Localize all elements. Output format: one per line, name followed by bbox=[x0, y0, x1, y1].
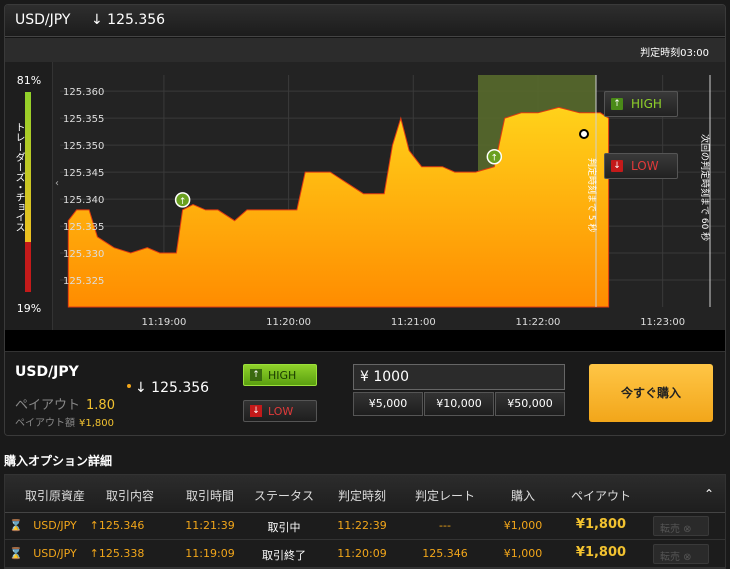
quick-amount-5000[interactable]: ¥5,000 bbox=[353, 392, 423, 416]
chart-footer-bar bbox=[5, 330, 725, 351]
resell-button[interactable]: 転売 ⊗ bbox=[653, 544, 709, 564]
row-time: 11:19:09 bbox=[185, 547, 235, 560]
order-panel: USD/JPY ↓ 125.356 ペイアウト 1.80 ペイアウト額 ¥1,800… bbox=[5, 351, 725, 435]
payout-value: 1.80 bbox=[86, 398, 115, 413]
low-option-button[interactable]: ↓ LOW bbox=[243, 400, 317, 422]
row-content: ↑125.346 bbox=[89, 519, 145, 532]
svg-text:↑: ↑ bbox=[491, 154, 499, 164]
current-price-dot bbox=[579, 129, 589, 139]
th-content: 取引内容 bbox=[105, 489, 154, 503]
arrow-down-icon: ↓ bbox=[250, 405, 262, 417]
th-time: 取引時間 bbox=[185, 489, 234, 503]
quick-amount-10000[interactable]: ¥10,000 bbox=[424, 392, 494, 416]
y-tick-label: 125.350 bbox=[63, 141, 104, 152]
payout-amount: ペイアウト額 ¥1,800 bbox=[15, 418, 114, 429]
trading-panel: USD/JPY ↓ 125.356 判定時刻03:00 81% 19% トレーダ… bbox=[4, 4, 726, 436]
th-payout: ペイアウト bbox=[570, 489, 631, 503]
row-asset: USD/JPY bbox=[33, 547, 77, 560]
buy-now-button[interactable]: 今すぐ購入 bbox=[589, 364, 713, 422]
header-rate: ↓ 125.356 bbox=[91, 12, 166, 28]
high-option-label: HIGH bbox=[268, 369, 297, 382]
row-buy: ¥1,000 bbox=[503, 519, 543, 532]
svg-text:↑: ↑ bbox=[179, 197, 187, 207]
chart-low-label: LOW bbox=[631, 159, 659, 173]
row-payout: ¥1,800 bbox=[575, 545, 627, 560]
collapse-icon[interactable]: ⌃ bbox=[701, 487, 717, 501]
order-pair: USD/JPY bbox=[15, 364, 79, 380]
y-tick-label: 125.325 bbox=[63, 276, 104, 287]
x-tick-label: 11:20:00 bbox=[266, 317, 311, 328]
x-tick-label: 11:23:00 bbox=[640, 317, 685, 328]
asset-header: USD/JPY ↓ 125.356 bbox=[5, 5, 725, 37]
x-tick-label: 11:22:00 bbox=[516, 317, 561, 328]
amount-input[interactable]: ¥ 1000 bbox=[353, 364, 565, 390]
y-tick-label: 125.340 bbox=[63, 195, 104, 206]
row-rate: 125.346 bbox=[422, 547, 468, 560]
judge-countdown: 判定時刻まで 5 秒 bbox=[586, 158, 598, 232]
row-payout: ¥1,800 bbox=[575, 517, 627, 532]
chart-area: 判定時刻03:00 81% 19% トレーダーズ・チョイス ‹ 125.360 1… bbox=[5, 38, 725, 330]
details-title: 購入オプション詳細 bbox=[4, 454, 113, 468]
th-asset: 取引原資産 bbox=[24, 489, 85, 503]
row-status: 取引終了 bbox=[262, 549, 306, 562]
row-rate: --- bbox=[439, 519, 451, 532]
y-tick-label: 125.355 bbox=[63, 114, 104, 125]
table-header: 取引原資産 取引内容 取引時間 ステータス 判定時刻 判定レート 購入 ペイアウ… bbox=[5, 475, 725, 513]
th-buy: 購入 bbox=[510, 489, 535, 503]
row-buy: ¥1,000 bbox=[503, 547, 543, 560]
price-area bbox=[67, 106, 610, 308]
row-status: 取引中 bbox=[267, 521, 301, 534]
hourglass-icon: ⌛ bbox=[9, 519, 23, 532]
th-rate: 判定レート bbox=[414, 489, 475, 503]
quick-amount-50000[interactable]: ¥50,000 bbox=[495, 392, 565, 416]
y-tick-label: 125.360 bbox=[63, 87, 104, 98]
low-option-label: LOW bbox=[268, 405, 294, 418]
arrow-up-icon: ↑ bbox=[250, 369, 262, 381]
x-tick-label: 11:19:00 bbox=[141, 317, 186, 328]
chart-low-button[interactable]: ↓ LOW bbox=[604, 153, 678, 179]
entry-marker: ↑ bbox=[486, 148, 503, 165]
next-judge-countdown: 次回の判定時刻まで 60 秒 bbox=[699, 134, 711, 241]
th-judge: 判定時刻 bbox=[337, 489, 386, 503]
th-status: ステータス bbox=[253, 489, 314, 503]
row-time: 11:21:39 bbox=[185, 519, 235, 532]
y-tick-label: 125.330 bbox=[63, 249, 104, 260]
arrow-up-icon: ↑ bbox=[611, 98, 623, 110]
table-row: ⌛ USD/JPY ↑125.346 11:21:39 取引中 11:22:39… bbox=[5, 513, 725, 540]
y-tick-label: 125.345 bbox=[63, 168, 104, 179]
rate-dot bbox=[127, 384, 131, 388]
payout: ペイアウト 1.80 bbox=[15, 398, 115, 413]
entry-marker: ↑ bbox=[174, 192, 191, 208]
arrow-down-icon: ↓ bbox=[611, 160, 623, 172]
row-asset: USD/JPY bbox=[33, 519, 77, 532]
details-table: 取引原資産 取引内容 取引時間 ステータス 判定時刻 判定レート 購入 ペイアウ… bbox=[4, 474, 726, 569]
high-option-button[interactable]: ↑ HIGH bbox=[243, 364, 317, 386]
payout-amount-value: ¥1,800 bbox=[79, 418, 114, 429]
chart-high-label: HIGH bbox=[631, 97, 662, 111]
y-tick-label: 125.335 bbox=[63, 222, 104, 233]
row-judge: 11:22:39 bbox=[337, 519, 387, 532]
table-row: ⌛ USD/JPY ↑125.338 11:19:09 取引終了 11:20:0… bbox=[5, 541, 725, 568]
row-judge: 11:20:09 bbox=[337, 547, 387, 560]
price-chart: 125.360 125.355 125.350 125.345 125.340 125.3… bbox=[60, 75, 725, 328]
header-pair: USD/JPY bbox=[15, 12, 71, 28]
row-content: ↑125.338 bbox=[89, 547, 145, 560]
resell-button[interactable]: 転売 ⊗ bbox=[653, 516, 709, 536]
order-rate: ↓ 125.356 bbox=[135, 380, 210, 396]
hourglass-icon: ⌛ bbox=[9, 547, 23, 560]
chart-high-button[interactable]: ↑ HIGH bbox=[604, 91, 678, 117]
x-tick-label: 11:21:00 bbox=[391, 317, 436, 328]
